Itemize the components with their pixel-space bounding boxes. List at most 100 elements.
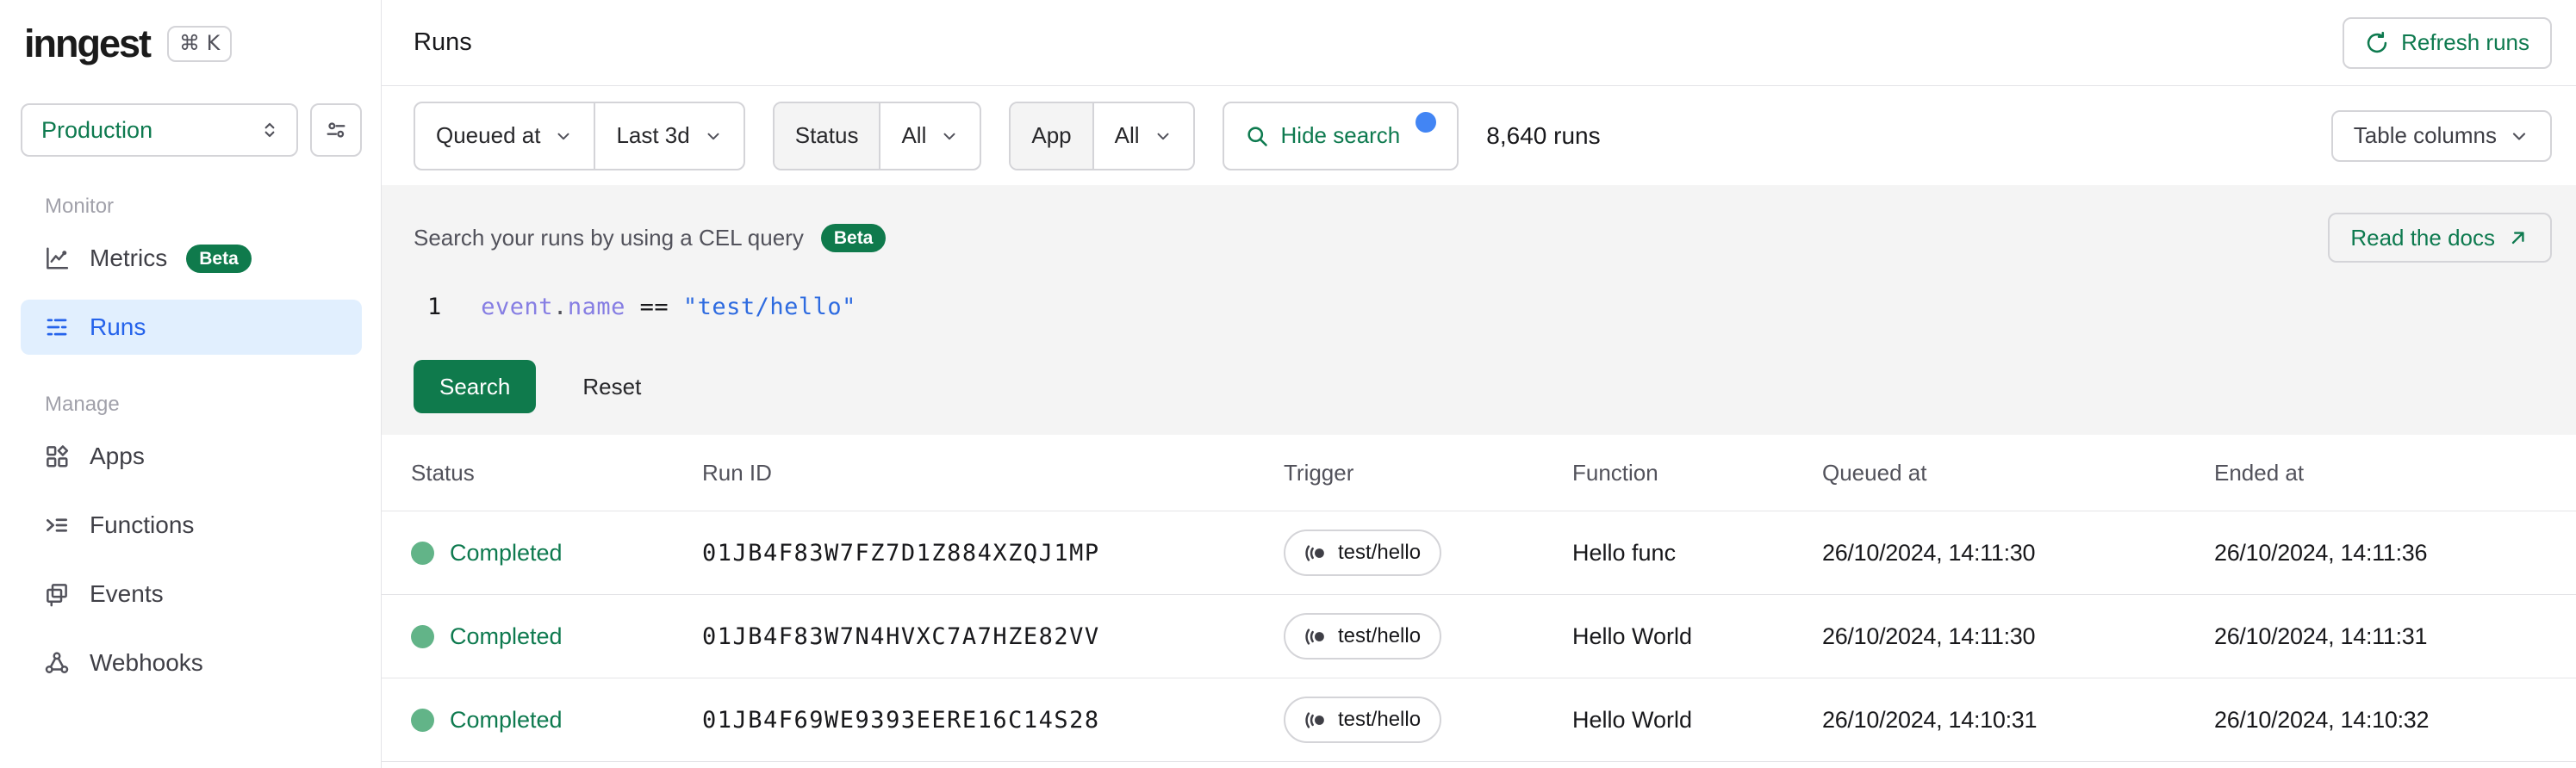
- time-field-dropdown[interactable]: Queued at: [415, 103, 594, 169]
- environment-name: Production: [41, 116, 153, 143]
- code-token-dot: .: [553, 294, 568, 320]
- sidebar-item-metrics[interactable]: Metrics Beta: [21, 231, 362, 286]
- read-the-docs-label: Read the docs: [2350, 224, 2495, 251]
- time-field-value: Queued at: [436, 122, 541, 148]
- environment-select[interactable]: Production: [21, 103, 298, 157]
- chevron-down-icon: [1154, 127, 1173, 146]
- status-filter-label: Status: [774, 102, 880, 169]
- beta-badge: Beta: [820, 223, 887, 252]
- status-dot-icon: [411, 541, 434, 565]
- time-range-dropdown[interactable]: Last 3d: [594, 102, 743, 169]
- sidebar-item-label: Runs: [90, 313, 146, 340]
- column-header-function: Function: [1572, 459, 1658, 486]
- code-token-string: "test/hello": [682, 294, 856, 320]
- function-name: Hello func: [1572, 539, 1677, 566]
- reset-button[interactable]: Reset: [577, 373, 646, 401]
- sidebar-item-events[interactable]: Events: [21, 567, 362, 622]
- sidebar-item-label: Events: [90, 580, 164, 607]
- table-body: Completed 01JB4F83W7FZ7D1Z884XZQJ1MP tes…: [382, 511, 2576, 762]
- ended-at: 26/10/2024, 14:11:31: [2214, 622, 2428, 649]
- runs-icon: [43, 313, 71, 341]
- status-dot-icon: [411, 624, 434, 648]
- queued-at: 26/10/2024, 14:11:30: [1822, 539, 2036, 566]
- code-token-property: name: [567, 294, 625, 320]
- time-filter-group: Queued at Last 3d: [414, 101, 745, 170]
- search-icon: [1245, 124, 1269, 148]
- trigger-name: test/hello: [1338, 708, 1422, 731]
- command-k-shortcut[interactable]: ⌘ K: [167, 26, 233, 62]
- app-filter-dropdown[interactable]: All: [1092, 102, 1193, 169]
- cel-panel-header: Search your runs by using a CEL query Be…: [414, 213, 2552, 263]
- app-filter-label: App: [1011, 102, 1092, 169]
- table-header: Status Run ID Trigger Function Queued at…: [382, 435, 2576, 511]
- refresh-runs-label: Refresh runs: [2401, 29, 2529, 55]
- status-cell: Completed: [411, 707, 702, 734]
- trigger-cell: test/hello: [1284, 530, 1572, 576]
- sidebar-section-manage: Manage: [45, 393, 120, 416]
- event-signal-icon: [1304, 625, 1328, 648]
- status-label: Completed: [450, 622, 563, 649]
- code-token-object: event: [481, 294, 554, 320]
- cel-query-editor[interactable]: 1 event.name == "test/hello": [414, 294, 2552, 320]
- column-header-status: Status: [411, 459, 475, 486]
- apps-icon: [43, 443, 71, 470]
- chevron-down-icon: [2509, 126, 2529, 146]
- status-filter-group: Status All: [772, 101, 982, 170]
- status-dot-icon: [411, 708, 434, 732]
- sidebar-item-label: Apps: [90, 443, 145, 469]
- trigger-name: test/hello: [1338, 624, 1422, 647]
- cel-query-code: event.name == "test/hello": [481, 294, 856, 320]
- hide-search-label: Hide search: [1280, 122, 1401, 148]
- code-token-operator: ==: [625, 294, 683, 320]
- function-name: Hello World: [1572, 622, 1693, 649]
- time-range-value: Last 3d: [616, 122, 690, 148]
- trigger-pill[interactable]: test/hello: [1284, 530, 1442, 576]
- sliders-icon: [324, 118, 348, 142]
- table-columns-dropdown[interactable]: Table columns: [2330, 109, 2552, 162]
- cel-panel-title: Search your runs by using a CEL query: [414, 224, 804, 251]
- trigger-pill[interactable]: test/hello: [1284, 697, 1442, 743]
- column-header-run-id: Run ID: [702, 459, 772, 486]
- event-signal-icon: [1304, 709, 1328, 732]
- column-header-trigger: Trigger: [1284, 459, 1354, 486]
- events-icon: [43, 580, 71, 608]
- status-filter-dropdown[interactable]: All: [879, 102, 980, 169]
- line-number: 1: [427, 294, 442, 320]
- hide-search-button[interactable]: Hide search: [1222, 101, 1459, 170]
- event-signal-icon: [1304, 542, 1328, 565]
- main-content: Runs Refresh runs Queued at Last 3d Stat…: [382, 0, 2576, 768]
- ended-at: 26/10/2024, 14:10:32: [2214, 706, 2430, 733]
- sidebar-item-label: Functions: [90, 511, 195, 538]
- queued-at: 26/10/2024, 14:11:30: [1822, 622, 2036, 649]
- read-the-docs-button[interactable]: Read the docs: [2328, 213, 2552, 263]
- sidebar-item-functions[interactable]: Functions: [21, 498, 362, 553]
- webhooks-icon: [43, 649, 71, 677]
- environment-row: Production: [21, 103, 362, 157]
- sidebar: inngest ⌘ K Production Monitor Metrics B…: [0, 0, 382, 768]
- table-columns-label: Table columns: [2353, 122, 2497, 148]
- trigger-name: test/hello: [1338, 541, 1422, 564]
- filter-bar: Queued at Last 3d Status All App All Hid…: [382, 86, 2576, 185]
- functions-icon: [43, 511, 71, 539]
- arrow-up-right-icon: [2507, 226, 2529, 249]
- table-row[interactable]: Completed 01JB4F69WE9393EERE16C14S28 tes…: [382, 678, 2576, 761]
- sidebar-item-label: Metrics: [90, 245, 168, 271]
- sidebar-item-runs[interactable]: Runs: [21, 300, 362, 355]
- trigger-cell: test/hello: [1284, 697, 1572, 743]
- environment-settings-button[interactable]: [310, 103, 362, 157]
- refresh-icon: [2365, 31, 2389, 55]
- sidebar-item-apps[interactable]: Apps: [21, 429, 362, 484]
- table-row[interactable]: Completed 01JB4F83W7N4HVXC7A7HZE82VV tes…: [382, 594, 2576, 678]
- table-row[interactable]: Completed 01JB4F83W7FZ7D1Z884XZQJ1MP tes…: [382, 511, 2576, 594]
- sidebar-section-monitor: Monitor: [45, 195, 115, 218]
- refresh-runs-button[interactable]: Refresh runs: [2343, 16, 2552, 69]
- trigger-cell: test/hello: [1284, 613, 1572, 660]
- sidebar-item-label: Webhooks: [90, 649, 203, 676]
- search-button[interactable]: Search: [414, 360, 537, 413]
- chevron-down-icon: [704, 127, 723, 146]
- run-id: 01JB4F69WE9393EERE16C14S28: [702, 706, 1100, 734]
- trigger-pill[interactable]: test/hello: [1284, 613, 1442, 660]
- sidebar-item-webhooks[interactable]: Webhooks: [21, 635, 362, 691]
- metrics-icon: [43, 245, 71, 272]
- cel-search-panel: Search your runs by using a CEL query Be…: [382, 185, 2576, 435]
